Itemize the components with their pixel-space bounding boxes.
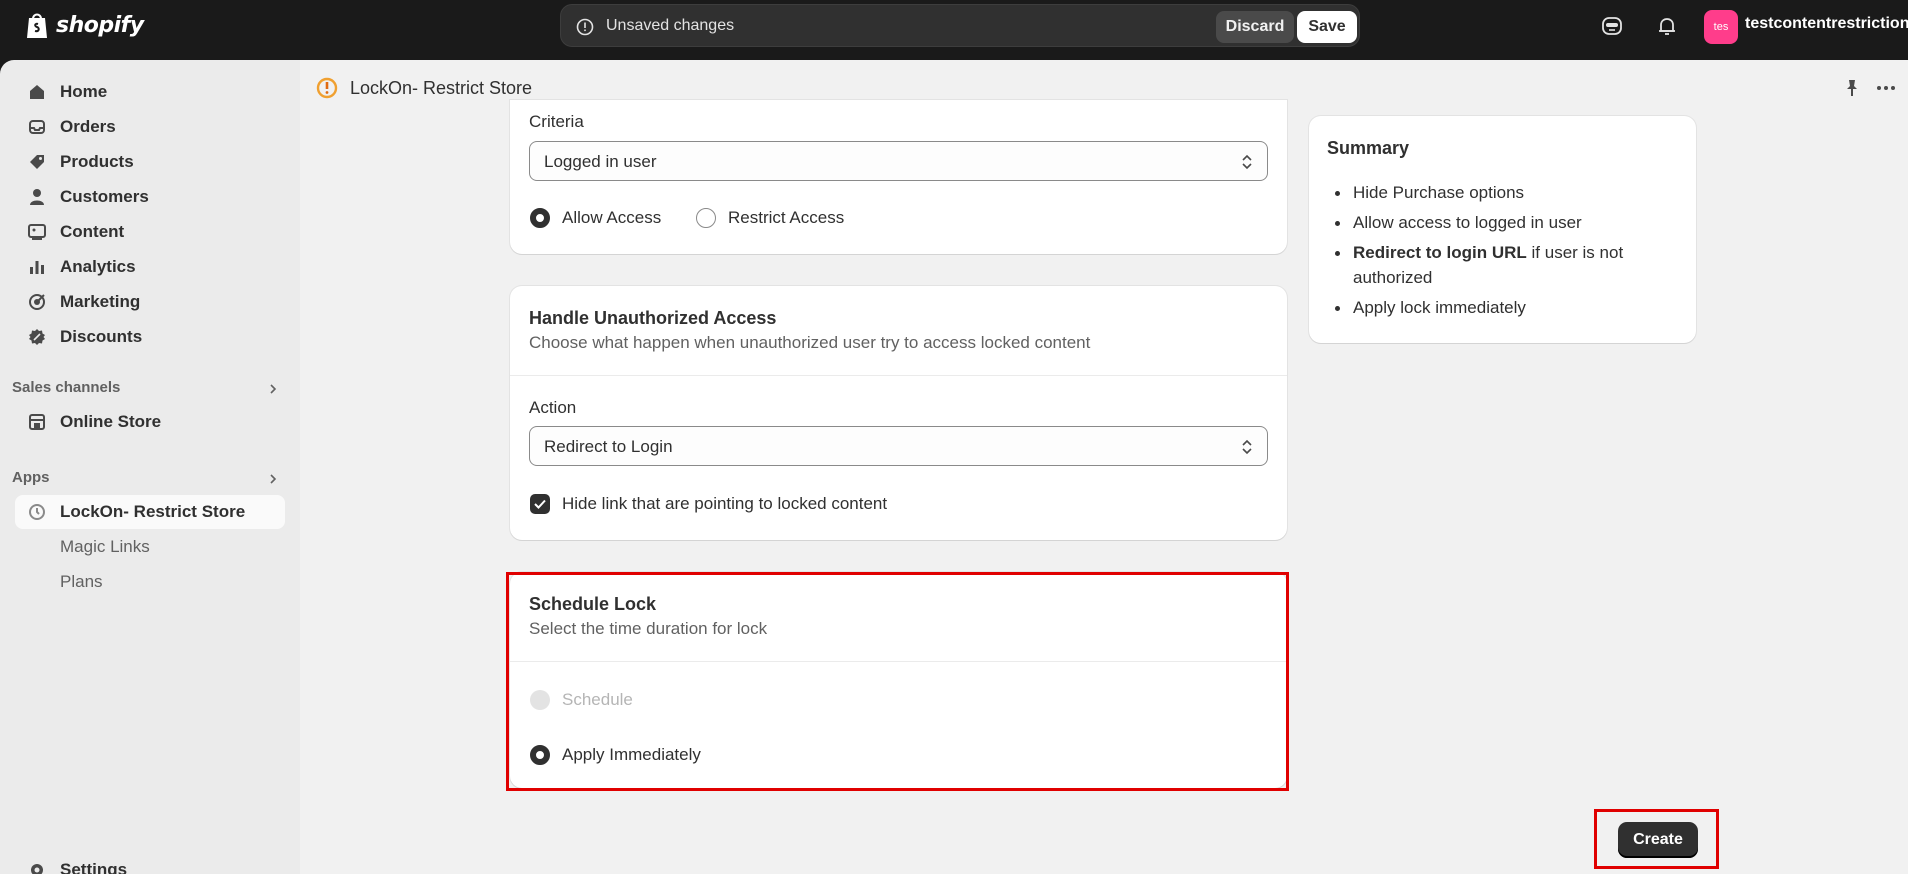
summary-item: Apply lock immediately <box>1335 295 1675 320</box>
summary-item: Allow access to logged in user <box>1335 210 1675 235</box>
highlight-box <box>506 572 1289 791</box>
summary-item: Hide Purchase options <box>1335 180 1675 205</box>
sidebar-item-marketing[interactable]: Marketing <box>15 285 285 319</box>
avatar[interactable]: tes <box>1704 10 1738 44</box>
divider <box>510 375 1287 376</box>
store-name[interactable]: testcontentrestriction <box>1745 15 1908 33</box>
person-icon <box>30 189 44 205</box>
sidebar-item-home[interactable]: Home <box>15 75 285 109</box>
summary-item-text: Allow access to logged in user <box>1353 213 1582 232</box>
bar-chart-icon <box>30 261 44 274</box>
alert-circle-icon <box>576 18 594 36</box>
sidebar-item-label: Plans <box>60 572 103 591</box>
action-select-value: Redirect to Login <box>544 437 673 456</box>
summary-card: Summary Hide Purchase options Allow acce… <box>1309 116 1696 343</box>
gear-icon <box>31 864 43 874</box>
pin-icon[interactable] <box>1842 78 1862 98</box>
sidebar-item-label: Customers <box>60 187 149 206</box>
restrict-access-radio[interactable] <box>696 208 716 228</box>
sidebar-item-content[interactable]: Content <box>15 215 285 249</box>
summary-item-bold: Redirect to login URL <box>1353 243 1527 262</box>
more-options-icon[interactable] <box>1874 78 1898 98</box>
sidebar-item-label: Settings <box>60 860 128 874</box>
chevron-right-icon[interactable] <box>266 382 280 396</box>
discard-button[interactable]: Discard <box>1216 11 1294 43</box>
app-title: LockOn- Restrict Store <box>350 78 533 98</box>
summary-title: Summary <box>1327 138 1410 158</box>
sales-channels-header[interactable]: Sales channels <box>12 379 120 396</box>
sidebar-item-customers[interactable]: Customers <box>15 180 285 214</box>
orders-icon <box>29 120 45 134</box>
criteria-label: Criteria <box>529 112 584 131</box>
unsaved-changes-bar: Unsaved changes Discard Save <box>560 4 1360 47</box>
save-button[interactable]: Save <box>1297 11 1357 43</box>
criteria-select[interactable]: Logged in user <box>529 141 1268 181</box>
sidebar-item-label: Orders <box>60 117 116 136</box>
sidebar-item-plans[interactable]: Plans <box>15 565 285 599</box>
sidebar-item-label: Products <box>60 152 134 171</box>
sidebar-item-magic-links[interactable]: Magic Links <box>15 530 285 564</box>
shopify-logo[interactable]: shopify <box>24 10 144 40</box>
bell-icon[interactable] <box>1655 14 1679 38</box>
sidekick-icon[interactable] <box>1600 14 1624 38</box>
hide-links-label[interactable]: Hide link that are pointing to locked co… <box>562 494 887 514</box>
sidebar-item-label: Content <box>60 222 125 241</box>
sidebar-item-analytics[interactable]: Analytics <box>15 250 285 284</box>
storefront-icon <box>29 414 45 430</box>
sidebar-item-label: Discounts <box>60 327 143 346</box>
sidebar-item-label: Magic Links <box>60 537 150 556</box>
content-icon <box>28 224 46 240</box>
criteria-select-value: Logged in user <box>544 152 657 171</box>
card-title: Handle Unauthorized Access <box>529 308 777 328</box>
criteria-card: Criteria Logged in user Allow Access Res… <box>510 100 1287 254</box>
sidebar: Home Orders Products Customers Content A… <box>0 60 300 874</box>
sidebar-item-label: Analytics <box>60 257 136 276</box>
lockon-app-icon <box>29 504 45 520</box>
shopify-bag-icon <box>27 13 47 38</box>
summary-item: Redirect to login URL if user is not aut… <box>1335 240 1675 290</box>
lockon-logo-icon <box>316 77 338 99</box>
sidebar-item-settings[interactable]: Settings <box>15 853 285 874</box>
summary-item-text: Hide Purchase options <box>1353 183 1525 202</box>
action-select[interactable]: Redirect to Login <box>529 426 1268 466</box>
discount-icon <box>29 329 45 345</box>
top-bar: shopify Unsaved changes Discard Save tes… <box>0 0 1908 60</box>
highlight-box <box>1594 809 1719 869</box>
tag-icon <box>30 155 44 169</box>
sidebar-item-lockon-app[interactable]: LockOn- Restrict Store <box>15 495 285 529</box>
sidebar-item-online-store[interactable]: Online Store <box>15 405 285 439</box>
checkmark-icon <box>534 499 546 509</box>
unauthorized-access-card: Handle Unauthorized Access Choose what h… <box>510 286 1287 540</box>
restrict-access-label[interactable]: Restrict Access <box>728 208 844 228</box>
card-subtitle: Choose what happen when unauthorized use… <box>529 333 1091 352</box>
allow-access-radio[interactable] <box>530 208 550 228</box>
target-icon <box>29 294 45 310</box>
allow-access-label[interactable]: Allow Access <box>562 208 661 228</box>
sidebar-item-label: Home <box>60 82 108 101</box>
unsaved-message: Unsaved changes <box>606 17 735 34</box>
sidebar-item-orders[interactable]: Orders <box>15 110 285 144</box>
summary-list: Hide Purchase options Allow access to lo… <box>1335 180 1675 325</box>
sidebar-item-label: Online Store <box>60 412 162 431</box>
select-arrows-icon <box>1242 154 1252 170</box>
select-arrows-icon <box>1242 439 1252 455</box>
hide-links-checkbox[interactable] <box>530 494 550 514</box>
action-label: Action <box>529 398 577 417</box>
chevron-right-icon[interactable] <box>266 472 280 486</box>
main-content: LockOn- Restrict Store Criteria Logged i… <box>300 60 1908 874</box>
sidebar-item-label: LockOn- Restrict Store <box>60 502 246 521</box>
home-icon <box>30 85 44 99</box>
summary-item-text: Apply lock immediately <box>1353 298 1526 317</box>
brand-name: shopify <box>56 12 144 38</box>
sidebar-item-discounts[interactable]: Discounts <box>15 320 285 354</box>
apps-header[interactable]: Apps <box>12 469 50 486</box>
sidebar-item-label: Marketing <box>60 292 141 311</box>
sidebar-item-products[interactable]: Products <box>15 145 285 179</box>
